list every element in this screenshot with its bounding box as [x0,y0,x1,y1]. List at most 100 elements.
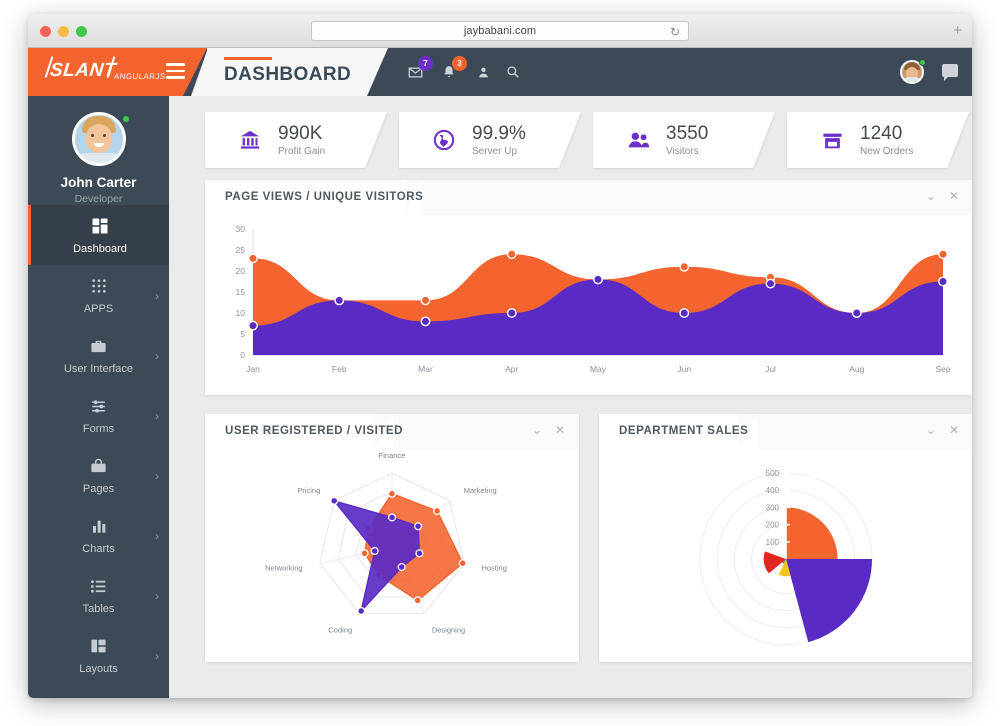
title-panel-right-edge [367,48,388,96]
sidebar-item-layouts[interactable]: Layouts › [28,625,169,685]
panel-close-button[interactable]: ✕ [555,423,565,437]
panel-collapse-button[interactable]: ⌄ [532,423,542,437]
svg-text:Marketing: Marketing [464,486,497,495]
bank-icon [239,129,269,151]
stat-card-profit-gain[interactable]: 990K Profit Gain [205,112,365,168]
sidebar-item-label: Tables [82,603,115,615]
title-panel-left-edge [191,48,208,96]
svg-text:Designing: Designing [432,626,465,635]
profile-avatar[interactable] [71,112,126,166]
sidebar-item-label: APPS [83,303,114,315]
svg-text:30: 30 [236,224,246,234]
chevron-right-icon[interactable]: › [155,289,159,303]
stat-card-new-orders[interactable]: 1240 New Orders [787,112,947,168]
svg-text:Networking: Networking [265,563,303,572]
page-title: DASHBOARD [224,64,352,85]
panel-collapse-button[interactable]: ⌄ [926,189,936,203]
sidebar-item-maps[interactable]: Maps› [28,685,169,698]
svg-text:Pricing: Pricing [297,486,320,495]
stat-card-edge [559,112,581,168]
sidebar-menu: Dashboard APPS › User Interface › Forms › Pages… [28,205,169,698]
stat-label: Server Up [472,146,518,157]
new-tab-button[interactable]: + [953,23,962,38]
stat-card-edge [947,112,969,168]
stat-value: 99.9% [472,123,526,144]
hamburger-icon[interactable] [166,63,185,83]
panel-tools: ⌄ ✕ [926,189,959,203]
svg-text:Hosting: Hosting [481,563,506,572]
area-chart: 0 5 10 15 20 25 30 Jan Feb Mar Apr May Jun Jul Aug Sep [236,224,951,374]
svg-text:15: 15 [236,287,246,297]
window-minimize-button[interactable] [58,26,69,37]
avatar-online-indicator [919,59,926,66]
sidebar-item-forms[interactable]: Forms › [28,385,169,445]
chat-icon[interactable] [942,64,958,81]
sidebar-item-tables[interactable]: Tables › [28,565,169,625]
pages-icon [28,456,169,476]
stat-card-server-up[interactable]: 99.9% Server Up [399,112,559,168]
window-maximize-button[interactable] [76,26,87,37]
chevron-right-icon[interactable]: › [155,349,159,363]
svg-text:Jan: Jan [246,364,260,374]
search-icon[interactable] [496,48,530,96]
svg-text:Jul: Jul [765,364,776,374]
svg-text:200: 200 [766,521,780,530]
map-icon [28,696,169,698]
svg-text:Feb: Feb [332,364,347,374]
panel-close-button[interactable]: ✕ [949,423,959,437]
sidebar-item-apps[interactable]: APPS › [28,265,169,325]
profile-name: John Carter [60,175,137,190]
sidebar-item-charts[interactable]: Charts › [28,505,169,565]
svg-text:Finance: Finance [379,451,406,460]
url-bar[interactable]: jaybabani.com ↻ [311,21,689,41]
panel-title: PAGE VIEWS / UNIQUE VISITORS [225,191,424,203]
bell-icon[interactable]: 3 [432,48,467,96]
svg-text:Sep: Sep [935,364,950,374]
panel-collapse-button[interactable]: ⌄ [926,423,936,437]
sidebar-item-label: Pages [82,483,115,495]
svg-text:May: May [590,364,607,374]
panel-header: PAGE VIEWS / UNIQUE VISITORS ⌄ ✕ [205,180,972,215]
svg-text:20: 20 [236,266,246,276]
url-text: jaybabani.com [463,25,537,37]
logo-subtitle: ANGULARJS [113,72,167,81]
layout-icon [28,636,169,656]
panel-user-registered: USER REGISTERED / VISITED ⌄ ✕ Finance Mar… [205,414,579,662]
sidebar-item-pages[interactable]: Pages › [28,445,169,505]
panel-title: USER REGISTERED / VISITED [225,425,403,437]
sidebar-item-user-interface[interactable]: User Interface › [28,325,169,385]
chevron-right-icon[interactable]: › [155,409,159,423]
stat-label: Visitors [666,146,699,157]
chevron-right-icon[interactable]: › [155,469,159,483]
stat-card-visitors[interactable]: 3550 Visitors [593,112,753,168]
panel-department-sales: DEPARTMENT SALES ⌄ ✕ 100 200 300 400 500 [599,414,972,662]
panel-close-button[interactable]: ✕ [949,189,959,203]
sidebar-item-dashboard[interactable]: Dashboard [28,205,169,265]
sidebar-profile: John Carter Developer [28,96,169,205]
svg-text:10: 10 [236,308,246,318]
window-close-button[interactable] [40,26,51,37]
svg-text:Coding: Coding [328,626,352,635]
svg-text:5: 5 [240,329,245,339]
chevron-right-icon[interactable]: › [155,589,159,603]
sidebar: John Carter Developer Dashboard APPS › User… [28,96,169,698]
panel-tools: ⌄ ✕ [926,423,959,437]
svg-text:Aug: Aug [849,364,864,374]
apps-grid-icon [28,276,169,296]
stat-card-edge [365,112,387,168]
profile-role: Developer [74,193,123,205]
reload-icon[interactable]: ↻ [670,25,680,39]
svg-text:Jun: Jun [677,364,691,374]
app-viewport: SLANT ANGULARJS DASHBOARD 7 3 John Carte… [28,48,972,698]
browser-window: jaybabani.com ↻ + SLANT ANGULARJS DASHBO… [28,14,972,698]
user-icon[interactable] [466,48,500,96]
store-icon [821,129,851,151]
stat-value: 3550 [666,123,709,144]
chevron-right-icon[interactable]: › [155,529,159,543]
chevron-right-icon[interactable]: › [155,649,159,663]
sidebar-item-label: Charts [82,543,115,555]
svg-text:500: 500 [766,469,780,478]
logo-title[interactable]: SLANT [49,60,117,82]
sliders-icon [28,396,169,416]
mail-icon[interactable]: 7 [398,48,433,96]
